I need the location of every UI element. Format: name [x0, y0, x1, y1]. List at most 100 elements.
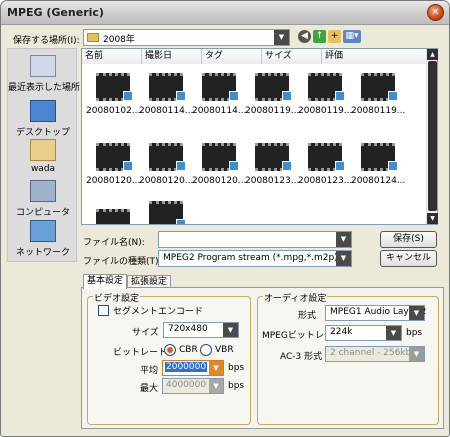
- title-bar[interactable]: MPEG (Generic) ✕: [1, 1, 449, 25]
- chevron-down-icon: ▼: [223, 323, 238, 337]
- video-thumbnail: [202, 73, 239, 101]
- max-bitrate-field: 4000000 ▼: [162, 378, 224, 394]
- ac3-format-select: 2 channel - 256kbps ▼: [325, 346, 425, 362]
- file-item[interactable]: 20080120...: [86, 143, 140, 186]
- ac3-format-value: 2 channel - 256kbps: [330, 348, 422, 358]
- new-folder-icon[interactable]: +: [328, 30, 341, 43]
- file-item[interactable]: [86, 209, 139, 224]
- window-title: MPEG (Generic): [7, 6, 104, 19]
- nav-toolbar: ◀ ↑ + ▦▾: [298, 30, 363, 43]
- column-date[interactable]: 撮影日: [142, 49, 202, 64]
- video-thumbnail: [96, 143, 133, 171]
- file-item[interactable]: 20080124...: [351, 143, 405, 186]
- file-item[interactable]: 20080114...: [192, 73, 246, 116]
- scroll-thumb[interactable]: [428, 61, 437, 211]
- file-item[interactable]: [139, 201, 192, 224]
- max-bitrate-value: 4000000: [166, 380, 207, 390]
- file-item[interactable]: 20080120...: [192, 143, 246, 186]
- video-thumbnail: [149, 201, 186, 224]
- audio-format-label: 形式: [298, 311, 317, 321]
- back-icon[interactable]: ◀: [298, 30, 311, 43]
- location-label: 保存する場所(I):: [13, 36, 80, 46]
- ac3-format-label: AC-3 形式: [280, 352, 323, 362]
- column-tag[interactable]: タグ: [202, 49, 262, 64]
- recent-places-icon: [30, 55, 56, 77]
- video-thumbnail: [308, 73, 345, 101]
- size-value: 720x480: [168, 324, 208, 334]
- video-settings-group: ビデオ設定 セグメントエンコード サイズ 720x480 ▼ ビットレート CB…: [87, 291, 251, 425]
- column-rating[interactable]: 評価: [322, 49, 427, 64]
- video-thumbnail: [96, 209, 130, 224]
- place-desktop[interactable]: デスクトップ: [8, 100, 78, 138]
- file-item[interactable]: 20080102...: [86, 73, 140, 116]
- close-button[interactable]: ✕: [427, 4, 444, 21]
- column-name[interactable]: 名前: [82, 49, 142, 64]
- file-item[interactable]: 20080119...: [351, 73, 405, 116]
- avg-bitrate-unit: bps: [228, 363, 245, 373]
- filetype-value: MPEG2 Program stream (*.mpg,*.m2p): [163, 253, 338, 263]
- place-label: wada: [30, 164, 56, 174]
- chevron-down-icon: ▼: [209, 361, 223, 375]
- save-button[interactable]: 保存(S): [380, 231, 437, 248]
- size-select[interactable]: 720x480 ▼: [163, 322, 239, 338]
- filename-label: ファイル名(N):: [83, 238, 145, 248]
- avg-bitrate-label: 平均: [140, 366, 159, 376]
- file-item[interactable]: 20080114...: [139, 73, 193, 116]
- location-select[interactable]: 2008年 ▼: [83, 29, 290, 46]
- mpeg-bitrate-value: 224k: [330, 327, 353, 337]
- up-folder-icon[interactable]: ↑: [313, 30, 326, 43]
- folder-icon: [87, 33, 99, 42]
- video-thumbnail: [361, 143, 398, 171]
- video-thumbnail: [255, 143, 292, 171]
- chevron-down-icon[interactable]: ▼: [336, 232, 351, 247]
- file-list[interactable]: 名前 撮影日 タグ サイズ 評価 20080102... 20080114...…: [81, 48, 438, 225]
- chevron-down-icon: ▼: [409, 347, 424, 361]
- places-bar: 最近表示した場所 デスクトップ wada コンピュータ ネットワーク: [7, 48, 81, 262]
- cbr-radio[interactable]: [164, 344, 176, 356]
- tab-basic[interactable]: 基本設定: [83, 274, 128, 289]
- place-label: 最近表示した場所: [8, 83, 81, 93]
- mpeg-bitrate-unit: bps: [406, 328, 423, 338]
- desktop-icon: [30, 100, 56, 122]
- place-recent[interactable]: 最近表示した場所: [8, 55, 81, 93]
- filename-field[interactable]: ▼: [158, 231, 352, 248]
- chevron-down-icon: ▼: [386, 326, 401, 340]
- audio-format-select[interactable]: MPEG1 Audio Layer-2 ▼: [325, 305, 426, 321]
- chevron-down-icon: ▼: [274, 30, 289, 45]
- computer-icon: [30, 180, 56, 202]
- size-label: サイズ: [132, 328, 159, 338]
- bitrate-label: ビットレート: [113, 348, 168, 358]
- file-item[interactable]: 20080123...: [245, 143, 299, 186]
- place-label: ネットワーク: [15, 248, 70, 258]
- segment-encode-label: セグメントエンコード: [113, 307, 204, 317]
- cancel-button[interactable]: キャンセル: [380, 250, 437, 267]
- scroll-up-icon[interactable]: ▲: [427, 49, 438, 60]
- place-network[interactable]: ネットワーク: [8, 220, 78, 258]
- location-value: 2008年: [103, 35, 135, 45]
- column-size[interactable]: サイズ: [262, 49, 322, 64]
- place-computer[interactable]: コンピュータ: [8, 180, 78, 218]
- file-item[interactable]: 20080120...: [139, 143, 193, 186]
- file-item[interactable]: 20080119...: [245, 73, 299, 116]
- file-item[interactable]: 20080123...: [298, 143, 352, 186]
- scroll-down-icon[interactable]: ▼: [427, 213, 438, 224]
- video-thumbnail: [96, 73, 133, 101]
- mpeg-bitrate-select[interactable]: 224k ▼: [325, 325, 402, 341]
- video-thumbnail: [308, 143, 345, 171]
- place-label: コンピュータ: [15, 208, 70, 218]
- tab-panel-basic: ビデオ設定 セグメントエンコード サイズ 720x480 ▼ ビットレート CB…: [81, 287, 444, 429]
- file-list-scrollbar[interactable]: ▲ ▼: [426, 49, 438, 224]
- chevron-down-icon: ▼: [336, 251, 351, 266]
- place-label: デスクトップ: [15, 128, 70, 138]
- file-item[interactable]: 20080119...: [298, 73, 352, 116]
- avg-bitrate-field[interactable]: 2000000 ▼: [162, 360, 224, 376]
- segment-encode-checkbox[interactable]: [98, 305, 109, 316]
- vbr-radio[interactable]: [200, 344, 212, 356]
- close-icon: ✕: [431, 7, 440, 18]
- filetype-select[interactable]: MPEG2 Program stream (*.mpg,*.m2p) ▼: [158, 250, 352, 267]
- video-thumbnail: [361, 73, 398, 101]
- place-user[interactable]: wada: [8, 139, 78, 174]
- avg-bitrate-value: 2000000: [165, 362, 208, 372]
- cbr-label: CBR: [179, 345, 198, 355]
- view-menu-icon[interactable]: ▦▾: [343, 30, 361, 43]
